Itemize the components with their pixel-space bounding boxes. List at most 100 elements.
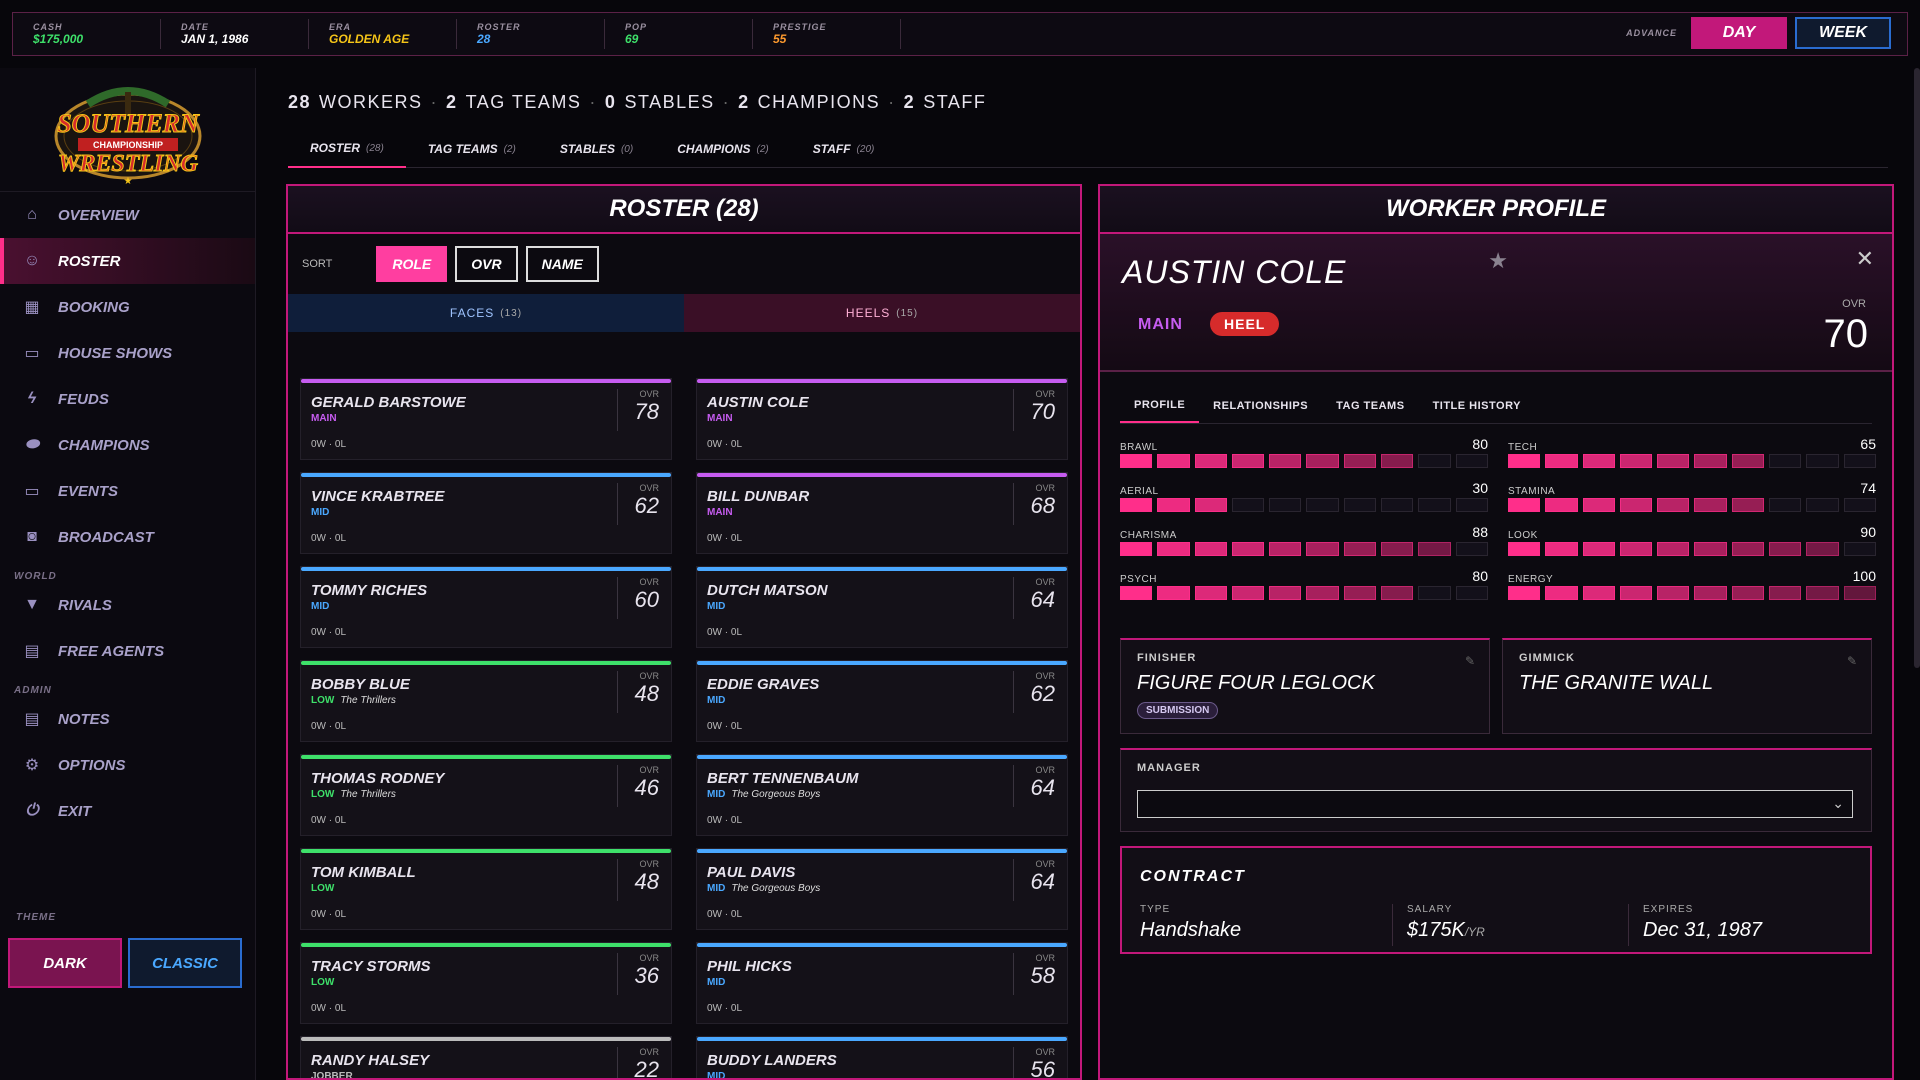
sidebar-item-notes[interactable]: ▤ NOTES — [0, 696, 255, 742]
worker-card[interactable]: BILL DUNBAR MAIN 0W · 0L OVR 68 — [696, 472, 1068, 554]
win-loss-record: 0W · 0L — [707, 1003, 743, 1014]
worker-card[interactable]: THOMAS RODNEY LOW The Thrillers 0W · 0L OVR 4… — [300, 754, 672, 836]
stat-label: DATE — [181, 22, 209, 32]
worker-card[interactable]: RANDY HALSEYJOBBER0W · 0LOVR22 — [300, 1036, 672, 1078]
worker-card[interactable]: PAUL DAVIS MID The Gorgeous Boys 0W · 0L OVR… — [696, 848, 1068, 930]
attribute-label: PSYCH — [1120, 574, 1157, 585]
attribute-segment — [1582, 542, 1615, 556]
heels-header[interactable]: HEELS (15) — [684, 294, 1080, 332]
worker-card[interactable]: TOMMY RICHES MID 0W · 0L OVR 60 — [300, 566, 672, 648]
finisher-box[interactable]: FINISHER ✎ FIGURE FOUR LEGLOCK SUBMISSIO… — [1120, 638, 1490, 734]
profile-tab-title-history[interactable]: TITLE HISTORY — [1419, 388, 1535, 423]
tab-tag-teams[interactable]: TAG TEAMS (2) — [406, 130, 538, 168]
worker-name: TOM KIMBALL — [311, 864, 416, 881]
role-label: MAIN — [707, 413, 733, 424]
attribute-look: LOOK 90 — [1508, 524, 1876, 564]
win-loss-record: 0W · 0L — [707, 533, 743, 544]
tag-team-name: The Thrillers — [340, 695, 396, 706]
power-icon: ⏻ — [25, 802, 39, 819]
advance-day-button[interactable]: DAY — [1691, 17, 1787, 49]
ovr-label: OVR — [1842, 298, 1866, 310]
worker-card[interactable]: TRACY STORMS LOW 0W · 0L OVR 36 — [300, 942, 672, 1024]
close-icon[interactable]: ✕ — [1856, 246, 1874, 272]
ovr-label: OVR — [639, 671, 659, 681]
manager-box: MANAGER ⌄ — [1120, 748, 1872, 832]
worker-card[interactable]: TOM KIMBALL LOW 0W · 0L OVR 48 — [300, 848, 672, 930]
worker-card[interactable]: GERALD BARSTOWE MAIN 0W · 0L OVR 78 — [300, 378, 672, 460]
ovr-label: OVR — [1035, 577, 1055, 587]
tab-staff[interactable]: STAFF (20) — [791, 130, 897, 168]
favorite-star-icon[interactable]: ★ — [1488, 248, 1508, 274]
stat-cash: CASH $175,000 — [13, 19, 161, 49]
attribute-segment — [1545, 454, 1578, 468]
sidebar-item-events[interactable]: ▭ EVENTS — [0, 468, 255, 514]
ovr-label: OVR — [639, 765, 659, 775]
tab-champions[interactable]: CHAMPIONS (2) — [655, 130, 791, 168]
attribute-segment — [1381, 454, 1414, 468]
sidebar-item-booking[interactable]: ▦ BOOKING — [0, 284, 255, 330]
page-scrollbar[interactable] — [1914, 68, 1920, 668]
sidebar-item-overview[interactable]: ⌂ OVERVIEW — [0, 192, 255, 238]
worker-card[interactable]: DUTCH MATSON MID 0W · 0L OVR 64 — [696, 566, 1068, 648]
edit-pencil-icon[interactable]: ✎ — [1847, 654, 1857, 668]
roster-counts: 28 WORKERS · 2 TAG TEAMS · 0 STABLES · 2 CHAMPI… — [288, 92, 987, 112]
ovr-value: 48 — [634, 869, 659, 894]
ovr-value: 62 — [634, 493, 659, 518]
worker-role: JOBBER — [311, 1071, 353, 1078]
worker-role: LOW The Thrillers — [311, 695, 396, 706]
sort-name-button[interactable]: NAME — [525, 246, 599, 282]
worker-card[interactable]: EDDIE GRAVES MID 0W · 0L OVR 62 — [696, 660, 1068, 742]
role-color-bar — [697, 661, 1067, 665]
ovr-box: OVR 48 — [617, 671, 659, 713]
advance-week-button[interactable]: WEEK — [1795, 17, 1891, 49]
worker-card[interactable]: AUSTIN COLE MAIN 0W · 0L OVR 70 — [696, 378, 1068, 460]
logo-text-wrestling: WRESTLING — [57, 151, 198, 177]
manager-select[interactable]: ⌄ — [1137, 790, 1853, 818]
sidebar-item-rivals[interactable]: ▼ RIVALS — [0, 582, 255, 628]
sidebar-item-options[interactable]: ⚙ OPTIONS — [0, 742, 255, 788]
tab-stables[interactable]: STABLES (0) — [538, 130, 655, 168]
main-nav: ⌂ OVERVIEW ☺ ROSTER ▦ BOOKING ▭ HOUSE SHOWS ϟ FEU… — [0, 192, 255, 834]
attribute-segment — [1418, 586, 1451, 600]
sidebar-item-feuds[interactable]: ϟ FEUDS — [0, 376, 255, 422]
tab-roster[interactable]: ROSTER (28) — [288, 130, 406, 168]
win-loss-record: 0W · 0L — [311, 721, 347, 732]
worker-card[interactable]: BUDDY LANDERSMID0W · 0LOVR56 — [696, 1036, 1068, 1078]
profile-tab-profile[interactable]: PROFILE — [1120, 388, 1200, 423]
attribute-segment — [1343, 498, 1377, 512]
role-label: MID — [311, 507, 330, 518]
sort-role-button[interactable]: ROLE — [376, 246, 448, 282]
theme-dark-button[interactable]: DARK — [8, 938, 122, 988]
sidebar-item-label: RIVALS — [58, 596, 112, 614]
ovr-label: OVR — [1035, 953, 1055, 963]
sort-ovr-button[interactable]: OVR — [455, 246, 518, 282]
ovr-box: OVR 70 — [1013, 389, 1055, 431]
promotion-logo: SOUTHERN CHAMPIONSHIP WRESTLING ★ — [0, 68, 255, 192]
attribute-bar — [1120, 454, 1488, 468]
sidebar-item-exit[interactable]: ⏻ EXIT — [0, 788, 255, 834]
stat-value: 69 — [625, 32, 639, 46]
ovr-box: OVR 58 — [1013, 953, 1055, 995]
attribute-segment — [1545, 498, 1578, 512]
sidebar-item-house-shows[interactable]: ▭ HOUSE SHOWS — [0, 330, 255, 376]
ovr-label: OVR — [1035, 483, 1055, 493]
profile-tab-relationships[interactable]: RELATIONSHIPS — [1199, 388, 1322, 423]
attribute-segment — [1231, 586, 1265, 600]
stables-label: STABLES — [624, 92, 715, 112]
attribute-segment — [1545, 586, 1578, 600]
attribute-bar — [1120, 542, 1488, 556]
gimmick-box[interactable]: GIMMICK ✎ THE GRANITE WALL — [1502, 638, 1872, 734]
worker-card[interactable]: PHIL HICKS MID 0W · 0L OVR 58 — [696, 942, 1068, 1024]
edit-pencil-icon[interactable]: ✎ — [1465, 654, 1475, 668]
theme-classic-button[interactable]: CLASSIC — [128, 938, 242, 988]
sidebar-item-free-agents[interactable]: ▤ FREE AGENTS — [0, 628, 255, 674]
worker-card[interactable]: VINCE KRABTREE MID 0W · 0L OVR 62 — [300, 472, 672, 554]
faces-header[interactable]: FACES (13) — [288, 294, 684, 332]
profile-tab-tag-teams[interactable]: TAG TEAMS — [1322, 388, 1418, 423]
attribute-segment — [1120, 542, 1153, 556]
worker-card[interactable]: BERT TENNENBAUM MID The Gorgeous Boys 0W · … — [696, 754, 1068, 836]
sidebar-item-champions[interactable]: ⬬ CHAMPIONS — [0, 422, 255, 468]
worker-card[interactable]: BOBBY BLUE LOW The Thrillers 0W · 0L OVR 48 — [300, 660, 672, 742]
sidebar-item-roster[interactable]: ☺ ROSTER — [0, 238, 255, 284]
sidebar-item-broadcast[interactable]: ◙ BROADCAST — [0, 514, 255, 560]
